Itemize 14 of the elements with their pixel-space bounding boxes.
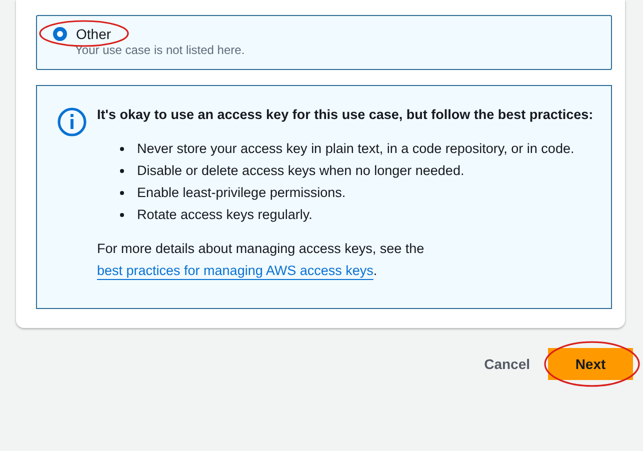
radio-option[interactable]: Other Your use case is not listed here. <box>36 15 612 70</box>
bullet-item: Enable least-privilege permissions. <box>120 182 595 204</box>
option-label: Other <box>76 26 112 42</box>
best-practices-link[interactable]: best practices for managing AWS access keys <box>97 263 374 278</box>
cancel-button[interactable]: Cancel <box>482 350 532 378</box>
alert-footer-text: For more details about managing access keys, see the best practices for managing AWS access keys. <box>97 240 426 280</box>
info-icon <box>57 107 87 137</box>
alert-heading: It's okay to use an access key for this use case, but follow the best practices: <box>97 106 594 124</box>
bullet-item: Disable or delete access keys when no longer needed. <box>120 160 595 182</box>
radio-button[interactable] <box>53 27 67 41</box>
bullet-item: Never store your access key in plain text, in a code repository, or in code. <box>120 138 595 160</box>
option-description: Your use case is not listed here. <box>75 43 246 57</box>
bullet-item: Rotate access keys regularly. <box>120 204 595 226</box>
next-button[interactable]: Next <box>548 348 633 380</box>
